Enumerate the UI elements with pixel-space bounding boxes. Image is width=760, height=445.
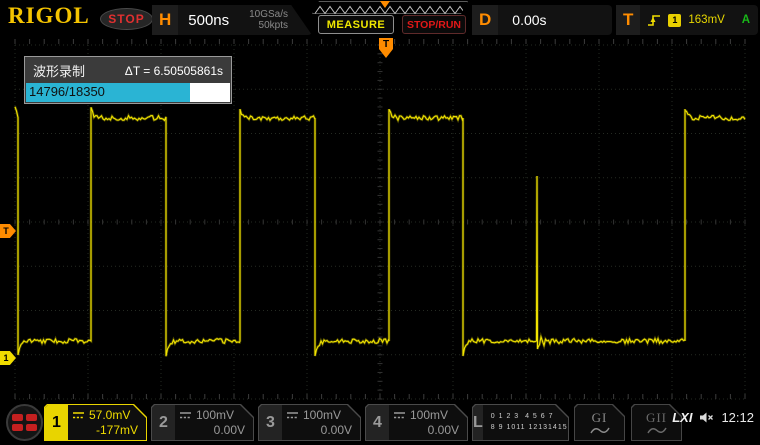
quick-menu-button[interactable] — [6, 404, 43, 441]
dc-coupling-icon — [393, 411, 406, 420]
channel-3-scale: 100mV — [303, 408, 341, 423]
channel-1-scale: 57.0mV — [89, 408, 130, 423]
logic-digits-row2: 8 9 1011 12131415 — [491, 423, 568, 434]
channel-1-box[interactable]: 1 57.0mV -177mV — [44, 404, 147, 441]
record-progress-text: 14796/18350 — [29, 84, 105, 99]
sound-muted-icon[interactable] — [699, 411, 714, 424]
g2-label: GII — [646, 410, 667, 426]
channel-4-box[interactable]: 4 100mV 0.00V — [365, 404, 468, 441]
sine-wave-icon — [590, 426, 610, 435]
channel-4-offset: 0.00V — [393, 423, 459, 438]
logic-channels-box[interactable]: L 0 1 2 3 4 5 6 7 8 9 1011 12131415 — [472, 404, 569, 441]
dc-coupling-icon — [179, 411, 192, 420]
record-delta-t: ΔT = 6.50505861s — [125, 64, 223, 78]
channel-4-scale: 100mV — [410, 408, 448, 423]
record-progress-bar: 14796/18350 — [26, 83, 230, 102]
channel-2-number: 2 — [152, 405, 175, 440]
g1-source-button[interactable]: GI — [574, 404, 625, 441]
dc-coupling-icon — [286, 411, 299, 420]
channel-3-offset: 0.00V — [286, 423, 352, 438]
waveform-record-box: 波形录制 ΔT = 6.50505861s 14796/18350 — [24, 56, 232, 104]
channel-2-box[interactable]: 2 100mV 0.00V — [151, 404, 254, 441]
menu-dot-icon — [12, 414, 23, 421]
channel-4-number: 4 — [366, 405, 389, 440]
g1-label: GI — [592, 410, 608, 426]
logic-label: L — [473, 405, 483, 440]
menu-dot-icon — [26, 424, 37, 431]
oscilloscope-screen: RIGOL STOP H 500ns 10GSa/s 50kpts MEASUR… — [0, 0, 760, 445]
channel-2-offset: 0.00V — [179, 423, 245, 438]
sine-wave-icon — [647, 426, 667, 435]
channel-2-scale: 100mV — [196, 408, 234, 423]
channel-3-number: 3 — [259, 405, 282, 440]
menu-dot-icon — [26, 414, 37, 421]
record-title: 波形录制 — [33, 61, 85, 80]
dc-coupling-icon — [72, 411, 85, 420]
channel-1-number: 1 — [45, 405, 68, 440]
logic-digits-row1: 0 1 2 3 4 5 6 7 — [491, 412, 568, 423]
menu-dot-icon — [12, 424, 23, 431]
clock: 12:12 — [721, 410, 754, 425]
channel-3-box[interactable]: 3 100mV 0.00V — [258, 404, 361, 441]
lxi-status: LXI — [672, 410, 692, 425]
channel-1-offset: -177mV — [72, 423, 138, 438]
